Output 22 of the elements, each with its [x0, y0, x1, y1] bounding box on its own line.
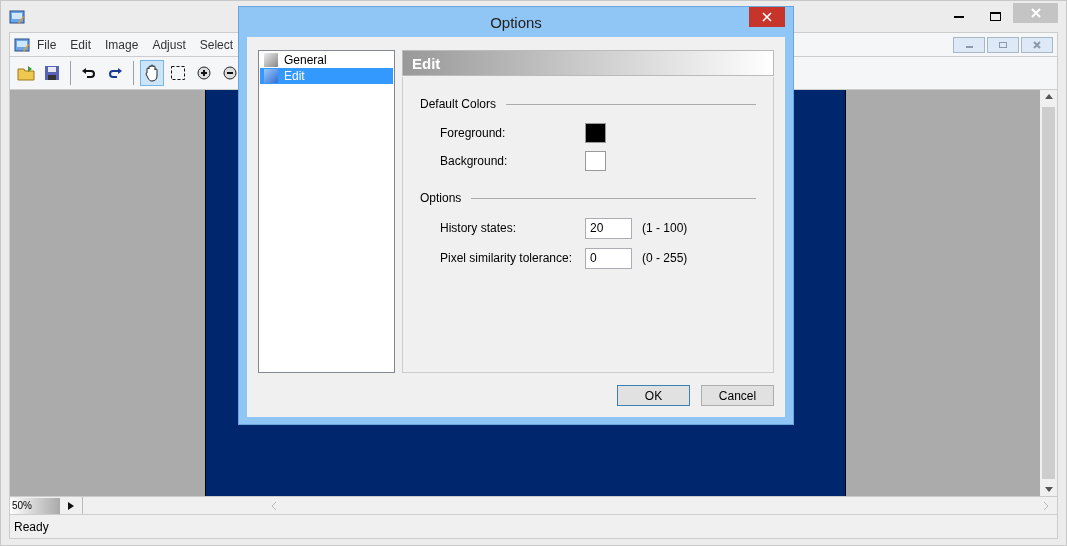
field-label: Background:: [440, 153, 509, 170]
field-label: Foreground:: [440, 125, 507, 142]
menu-item[interactable]: Select: [192, 35, 241, 54]
field-label: History states:: [440, 220, 518, 237]
dialog-button[interactable]: OK: [617, 385, 690, 406]
category-item[interactable]: General: [260, 52, 393, 68]
group-heading: Options: [420, 190, 462, 207]
status-text: Ready: [14, 518, 49, 536]
number-field[interactable]: 20: [585, 217, 632, 239]
range-hint: (0 - 255): [642, 250, 688, 267]
number-field[interactable]: 0: [585, 247, 632, 269]
field-label: Pixel similarity tolerance:: [440, 250, 574, 267]
menu-item[interactable]: Image: [98, 35, 146, 54]
zoom-level[interactable]: 50%: [10, 497, 60, 514]
panel-header: Edit: [402, 50, 774, 76]
menu-item[interactable]: File: [30, 35, 64, 54]
menu-item[interactable]: Edit: [63, 35, 99, 54]
group-heading: Default Colors: [420, 96, 497, 113]
dialog-button[interactable]: Cancel: [701, 385, 774, 406]
menu-item[interactable]: Adjust: [145, 35, 193, 54]
dialog-title: Options: [489, 13, 543, 33]
range-hint: (1 - 100): [642, 220, 688, 237]
